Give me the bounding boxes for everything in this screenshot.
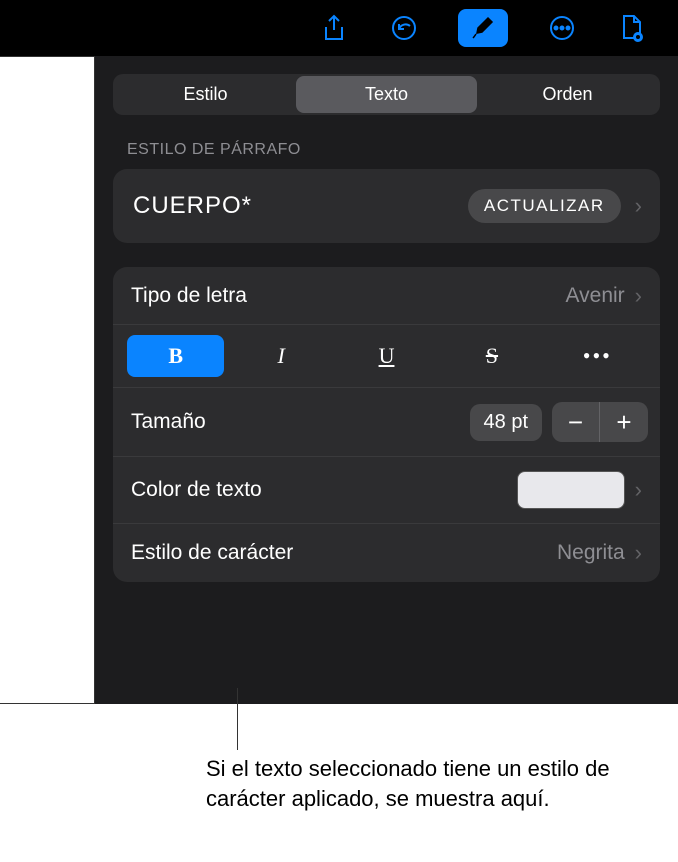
- underline-button[interactable]: U: [338, 335, 435, 377]
- font-label: Tipo de letra: [131, 284, 566, 308]
- character-style-row[interactable]: Estilo de carácter Negrita ›: [113, 524, 660, 582]
- update-button[interactable]: ACTUALIZAR: [468, 189, 621, 223]
- size-stepper: − +: [552, 402, 648, 442]
- tab-text[interactable]: Texto: [296, 76, 477, 113]
- document-preview-edge: [0, 56, 95, 704]
- chevron-right-icon: ›: [629, 283, 648, 309]
- chevron-right-icon: ›: [629, 540, 648, 566]
- content-area: Estilo Texto Orden ESTILO DE PÁRRAFO CUE…: [0, 56, 678, 704]
- format-panel: Estilo Texto Orden ESTILO DE PÁRRAFO CUE…: [95, 56, 678, 704]
- size-value[interactable]: 48 pt: [470, 404, 542, 441]
- bold-button[interactable]: B: [127, 335, 224, 377]
- top-toolbar: [0, 0, 678, 56]
- chevron-right-icon: ›: [629, 477, 648, 503]
- size-decrease-button[interactable]: −: [552, 402, 600, 442]
- format-tabs: Estilo Texto Orden: [113, 74, 660, 115]
- format-brush-icon[interactable]: [458, 9, 508, 47]
- paragraph-style-label: ESTILO DE PÁRRAFO: [127, 141, 660, 159]
- paragraph-style-row[interactable]: CUERPO* ACTUALIZAR ›: [113, 169, 660, 243]
- text-color-row[interactable]: Color de texto ›: [113, 457, 660, 524]
- character-style-label: Estilo de carácter: [131, 541, 557, 565]
- share-icon[interactable]: [318, 12, 350, 44]
- more-styles-button[interactable]: •••: [549, 335, 646, 377]
- font-value: Avenir: [566, 284, 625, 308]
- chevron-right-icon: ›: [629, 193, 648, 219]
- italic-button[interactable]: I: [232, 335, 329, 377]
- text-color-swatch[interactable]: [517, 471, 625, 509]
- document-settings-icon[interactable]: [616, 12, 648, 44]
- character-style-value: Negrita: [557, 541, 625, 565]
- text-color-label: Color de texto: [131, 478, 517, 502]
- size-row: Tamaño 48 pt − +: [113, 388, 660, 457]
- undo-icon[interactable]: [388, 12, 420, 44]
- size-label: Tamaño: [131, 410, 470, 434]
- font-row[interactable]: Tipo de letra Avenir ›: [113, 267, 660, 325]
- paragraph-style-name: CUERPO*: [133, 192, 468, 220]
- more-icon[interactable]: [546, 12, 578, 44]
- strikethrough-button[interactable]: S: [443, 335, 540, 377]
- callout-text: Si el texto seleccionado tiene un estilo…: [206, 754, 636, 813]
- callout-leader-line: [237, 688, 238, 750]
- text-settings-card: Tipo de letra Avenir › B I U S ••• Tamañ…: [113, 267, 660, 582]
- size-increase-button[interactable]: +: [600, 402, 648, 442]
- text-style-buttons: B I U S •••: [113, 325, 660, 388]
- tab-order[interactable]: Orden: [477, 76, 658, 113]
- tab-style[interactable]: Estilo: [115, 76, 296, 113]
